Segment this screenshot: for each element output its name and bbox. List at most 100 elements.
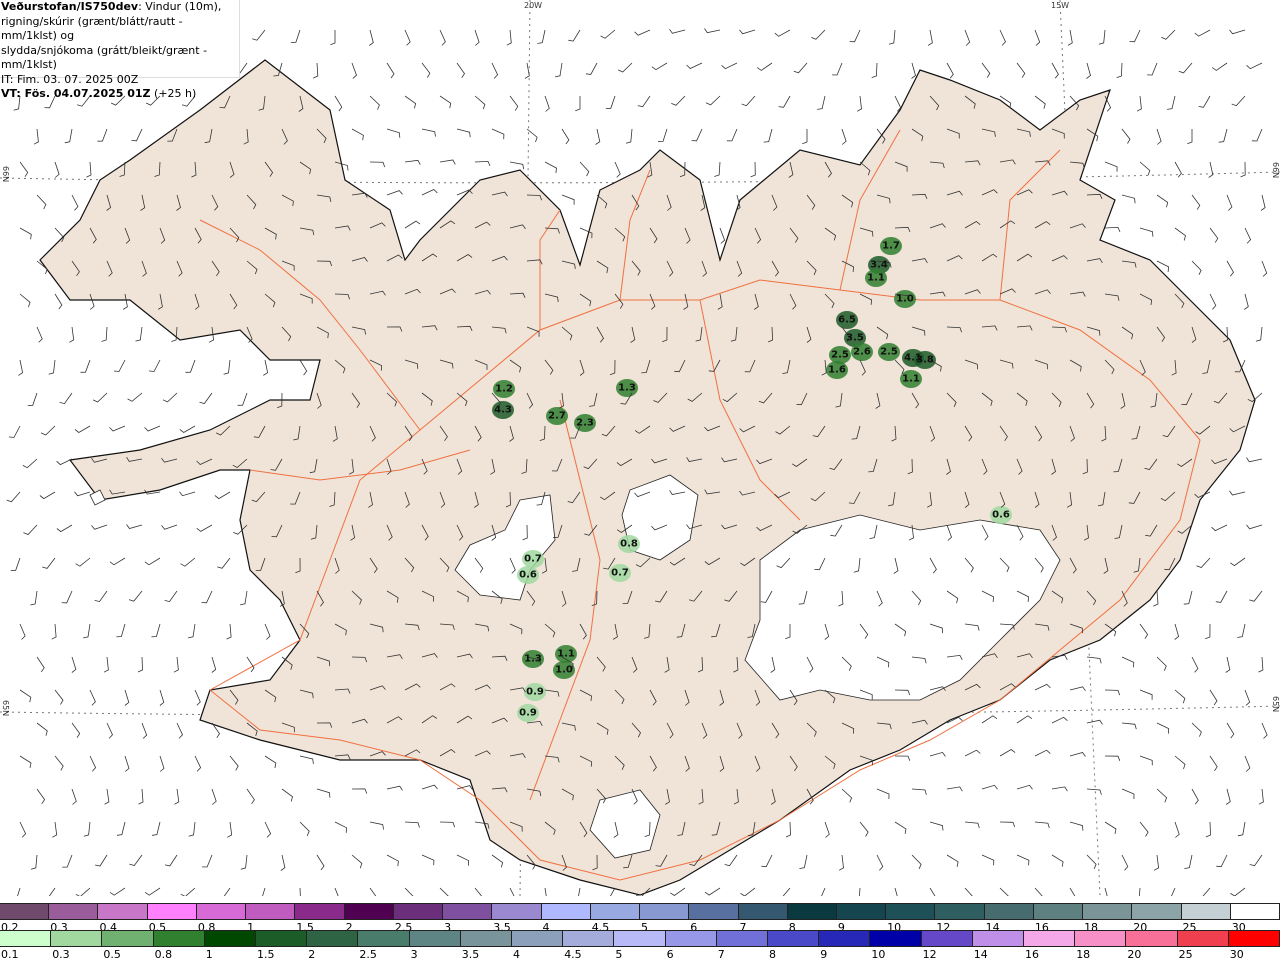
precip-value-label: 3.4 bbox=[870, 259, 888, 271]
rain-legend-label: 14 bbox=[973, 948, 988, 961]
rain-legend-swatch bbox=[358, 931, 410, 946]
rain-legend-label: 8 bbox=[769, 948, 776, 961]
precip-value-label: 1.1 bbox=[902, 373, 920, 385]
rain-legend-swatch bbox=[153, 931, 205, 946]
rain-legend-swatch bbox=[1177, 931, 1229, 946]
rain-legend-swatch bbox=[460, 931, 513, 946]
precip-value-label: 2.7 bbox=[548, 410, 566, 422]
snow-legend-swatch bbox=[393, 904, 444, 919]
snow-legend-swatch bbox=[246, 904, 296, 919]
lat-label-65n-right: 65N bbox=[1271, 696, 1280, 713]
map-title-box: Veðurstofan/IS750dev: Vindur (10m), rign… bbox=[0, 0, 240, 100]
description-line-1: : Vindur (10m), bbox=[138, 0, 222, 13]
rain-legend-label: 0.1 bbox=[1, 948, 19, 961]
snow-legend-swatch bbox=[984, 904, 1034, 919]
snow-legend-swatch bbox=[49, 904, 99, 919]
rain-legend-label: 20 bbox=[1127, 948, 1142, 961]
snow-legend-swatch bbox=[1132, 904, 1182, 919]
rain-legend-swatch bbox=[768, 931, 820, 946]
rain-legend-swatch bbox=[204, 931, 257, 946]
rain-legend-label: 0.5 bbox=[103, 948, 121, 961]
rain-legend-label: 0.8 bbox=[154, 948, 173, 961]
precip-value-label: 0.9 bbox=[526, 686, 544, 698]
rain-legend-label: 7 bbox=[717, 948, 725, 961]
description-line-3: slydda/snjókoma (grátt/bleikt/grænt - mm… bbox=[1, 43, 208, 72]
rain-legend-swatch bbox=[512, 931, 564, 946]
rain-legend-label: 3.5 bbox=[461, 948, 480, 961]
rain-legend-label: 1 bbox=[205, 948, 213, 961]
precip-value-label: 1.3 bbox=[618, 382, 636, 394]
snow-legend-swatch bbox=[935, 904, 985, 919]
rain-legend-swatch bbox=[307, 931, 359, 946]
rain-legend-swatch bbox=[665, 931, 717, 946]
lat-label-65n-left: 65N bbox=[1, 700, 10, 717]
snow-legend-swatch bbox=[1033, 904, 1084, 919]
rain-legend-swatch bbox=[614, 931, 666, 946]
rain-legend-label: 16 bbox=[1025, 948, 1039, 961]
precip-value-label: 0.7 bbox=[611, 567, 629, 579]
rain-legend-label: 25 bbox=[1178, 948, 1193, 961]
precip-value-label: 1.0 bbox=[896, 293, 914, 305]
rain-legend-label: 10 bbox=[871, 948, 886, 961]
snow-legend-swatch bbox=[787, 904, 837, 919]
rain-legend-swatch bbox=[102, 931, 154, 946]
rain-legend-swatch bbox=[870, 931, 922, 946]
rain-legend-label: 12 bbox=[922, 948, 937, 961]
lon-label-15w: 15W bbox=[1051, 1, 1070, 10]
snow-legend-swatch bbox=[689, 904, 739, 919]
rain-legend-label: 18 bbox=[1076, 948, 1091, 961]
precip-value-label: 1.1 bbox=[867, 272, 885, 284]
lead-time: (+25 h) bbox=[154, 87, 197, 100]
snow-legend-swatch bbox=[344, 904, 394, 919]
rain-legend-swatch bbox=[819, 931, 871, 946]
initial-time: IT: Fim. 03. 07. 2025 00Z bbox=[1, 72, 139, 86]
precip-value-label: 3.8 bbox=[916, 354, 934, 366]
precip-value-label: 1.1 bbox=[557, 648, 575, 660]
precip-value-label: 0.6 bbox=[519, 569, 537, 581]
precip-value-label: 3.5 bbox=[846, 332, 864, 344]
snow-legend-swatch bbox=[492, 904, 542, 919]
snow-legend-swatch bbox=[640, 904, 690, 919]
rain-legend-swatch bbox=[0, 931, 52, 946]
rain-legend-labels: 0.1 0.3 0.5 0.8 1 1.5 2 2.5 3 3.5 4 4.5 5 6 7 8 9 10 12 14 1… bbox=[0, 947, 1280, 963]
precip-value-label: 6.5 bbox=[838, 314, 856, 326]
precip-value-label: 1.7 bbox=[882, 240, 900, 252]
rain-legend-swatch bbox=[921, 931, 973, 946]
rain-legend-swatch bbox=[1024, 931, 1076, 946]
precip-value-label: 0.7 bbox=[524, 553, 542, 565]
precip-value-label: 2.5 bbox=[831, 349, 849, 361]
rain-legend-label: 2.5 bbox=[359, 948, 377, 961]
snow-legend-swatch bbox=[738, 904, 788, 919]
snow-legend-swatch bbox=[1181, 904, 1231, 919]
snow-legend-swatch bbox=[295, 904, 345, 919]
precip-value-label: 1.6 bbox=[828, 364, 846, 376]
source-title: Veðurstofan/IS750dev bbox=[1, 0, 139, 13]
precip-value-label: 2.5 bbox=[880, 346, 898, 358]
precip-value-label: 1.3 bbox=[524, 653, 542, 665]
precip-value-label: 1.0 bbox=[555, 664, 573, 676]
description-line-2: rigning/skúrir (grænt/blátt/rautt - mm/1… bbox=[1, 14, 183, 43]
rain-legend: 0.1 0.3 0.5 0.8 1 1.5 2 2.5 3 3.5 4 4.5 5 6 7 8 9 10 12 14 1… bbox=[0, 930, 1280, 963]
rain-legend-swatch bbox=[256, 931, 308, 946]
lat-label-66n-right: 66N bbox=[1271, 162, 1280, 179]
precip-value-label: 2.6 bbox=[853, 346, 871, 358]
snow-legend-swatch bbox=[98, 904, 148, 919]
snow-colorbar bbox=[0, 903, 1280, 920]
precip-value-label: 4.3 bbox=[494, 404, 512, 416]
rain-legend-swatch bbox=[563, 931, 615, 946]
rain-legend-label: 4 bbox=[513, 948, 520, 961]
weather-map bbox=[0, 0, 1280, 896]
snow-legend-swatch bbox=[541, 904, 591, 919]
snow-legend-swatch bbox=[886, 904, 936, 919]
rain-legend-label: 9 bbox=[820, 948, 828, 961]
rain-legend-label: 3 bbox=[410, 948, 418, 961]
snow-legend-swatch bbox=[0, 904, 50, 919]
rain-legend-swatch bbox=[716, 931, 769, 946]
snow-legend-swatch bbox=[1230, 904, 1280, 919]
rain-legend-swatch bbox=[1126, 931, 1178, 946]
snow-legend-swatch bbox=[147, 904, 197, 919]
lon-label-20w: 20W bbox=[524, 1, 543, 10]
rain-legend-label: 2 bbox=[308, 948, 316, 961]
rain-legend-swatch bbox=[1075, 931, 1127, 946]
precip-value-label: 0.6 bbox=[992, 509, 1010, 521]
